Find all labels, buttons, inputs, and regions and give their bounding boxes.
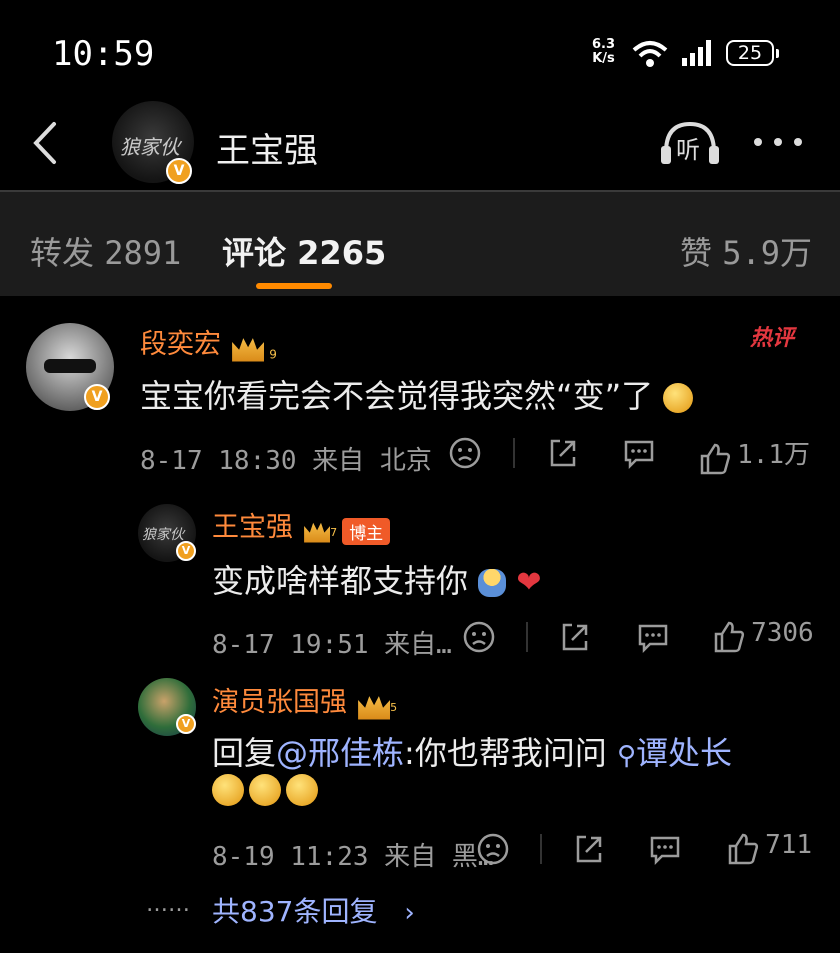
tab-likes-label: 赞	[680, 234, 713, 272]
tab-reposts-count: 2891	[104, 234, 182, 272]
verified-badge-icon: V	[176, 541, 196, 561]
comment-author[interactable]: 段奕宏 9	[140, 322, 277, 362]
listen-button[interactable]: 听	[658, 118, 722, 168]
topic-link[interactable]: ⚲谭处长	[617, 734, 732, 772]
back-arrow-icon[interactable]	[30, 120, 60, 166]
dislike-face-icon[interactable]	[448, 436, 482, 470]
like-count: 7306	[751, 618, 814, 648]
thumbs-up-icon	[728, 833, 759, 864]
reply-prefix: 回复	[212, 734, 277, 772]
status-time: 10:59	[52, 34, 155, 74]
level-number: 7	[330, 526, 338, 539]
network-speed-value: 6.3	[592, 37, 616, 52]
face-palm-emoji-icon	[249, 774, 282, 806]
tab-comments-count: 2265	[297, 234, 387, 272]
thumbs-up-icon	[700, 443, 731, 474]
tab-reposts[interactable]: 转发 2891	[30, 228, 181, 274]
avatar-logo-text: 狼家伙	[120, 135, 180, 159]
comment-bubble-icon[interactable]	[648, 832, 682, 866]
action-separator	[526, 622, 528, 652]
comment-author-name: 段奕宏	[140, 329, 221, 360]
search-icon: ⚲	[617, 741, 637, 771]
hug-emoji-icon	[478, 569, 507, 597]
author-badge: 博主	[342, 518, 391, 545]
level-number: 9	[269, 347, 277, 362]
tab-comments[interactable]: 评论 2265	[222, 228, 386, 274]
like-button[interactable]: 711	[726, 830, 812, 866]
network-speed: 6.3 K/s	[592, 38, 615, 66]
reply-text-content: 变成啥样都支持你	[212, 562, 469, 600]
reply-author-name: 王宝强	[212, 512, 293, 543]
share-icon[interactable]	[546, 436, 580, 470]
tab-likes-count: 5.9万	[722, 234, 812, 272]
face-palm-emoji-icon	[212, 774, 244, 806]
dislike-face-icon[interactable]	[462, 620, 496, 654]
reply-text: 回复@邢佳栋:你也帮我问问 ⚲谭处长	[212, 728, 732, 774]
reply-meta: 8-17 19:51 来自…	[212, 630, 452, 660]
more-replies-dots: ……	[146, 892, 190, 917]
active-tab-indicator	[256, 283, 332, 289]
share-icon[interactable]	[558, 620, 592, 654]
smirk-emoji-icon	[663, 383, 694, 413]
topic-text: 谭处长	[636, 734, 733, 772]
comment-text-content: 宝宝你看完会不会觉得我突然“变”了	[140, 377, 654, 415]
like-count: 1.1万	[737, 440, 811, 470]
tab-reposts-label: 转发	[30, 234, 95, 272]
heart-icon: ❤	[516, 565, 542, 600]
more-dots-icon[interactable]	[752, 132, 804, 152]
thumbs-up-icon	[714, 621, 745, 652]
like-count: 711	[765, 830, 813, 860]
more-replies-link[interactable]: 共837条回复 ›	[212, 890, 415, 930]
mention-link[interactable]: @邢佳栋	[276, 734, 404, 772]
comment-bubble-icon[interactable]	[622, 436, 656, 470]
reply-text: 变成啥样都支持你 ❤	[212, 556, 542, 602]
avatar-logo-text: 狼家伙	[142, 527, 184, 543]
hot-comment-badge: 热评	[750, 326, 795, 351]
network-speed-unit: K/s	[592, 51, 615, 66]
dislike-face-icon[interactable]	[476, 832, 510, 866]
comment-meta: 8-17 18:30 来自 北京	[140, 446, 432, 476]
level-number: 5	[390, 701, 398, 714]
more-replies-label: 共837条回复	[212, 895, 378, 928]
action-separator	[513, 438, 515, 468]
chevron-right-icon: ›	[404, 898, 415, 928]
crown-level-icon	[304, 522, 331, 543]
tab-likes[interactable]: 赞 5.9万	[680, 228, 812, 274]
reply-author[interactable]: 王宝强 7 博主	[212, 505, 391, 545]
sunglasses-shape	[44, 359, 96, 373]
tab-comments-label: 评论	[222, 234, 287, 272]
comment-bubble-icon[interactable]	[636, 620, 670, 654]
listen-label: 听	[676, 136, 700, 164]
like-button[interactable]: 1.1万	[698, 434, 810, 476]
signal-icon	[682, 40, 711, 66]
verified-badge-icon: V	[166, 158, 192, 184]
wifi-icon	[632, 41, 668, 67]
verified-badge-icon: V	[176, 714, 196, 734]
reply-author-name: 演员张国强	[212, 687, 347, 718]
crown-level-icon	[232, 338, 265, 362]
face-palm-emoji-icon	[286, 774, 319, 806]
emoji-row	[212, 774, 319, 806]
reply-meta: 8-19 11:23 来自 黑…	[212, 842, 494, 872]
comment-text: 宝宝你看完会不会觉得我突然“变”了	[140, 371, 694, 417]
like-button[interactable]: 7306	[712, 618, 814, 654]
reply-author[interactable]: 演员张国强 5	[212, 680, 397, 720]
crown-level-icon	[358, 696, 391, 720]
page-title: 王宝强	[216, 131, 318, 171]
share-icon[interactable]	[572, 832, 606, 866]
reply-text-content: :你也帮我问问	[404, 734, 607, 772]
verified-badge-icon: V	[84, 384, 110, 410]
action-separator	[540, 834, 542, 864]
battery-indicator: 25	[726, 40, 779, 66]
